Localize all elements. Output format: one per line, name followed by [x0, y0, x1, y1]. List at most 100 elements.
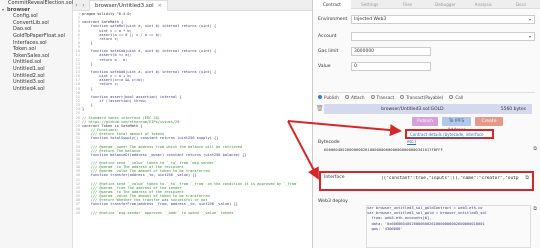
file-item[interactable]: Untitled1.sol — [0, 66, 72, 73]
bytecode-label: Bytecode — [318, 140, 340, 145]
editor-tabbar: ‹ › browser/Untitled3.sol × — [73, 0, 312, 11]
copy-icon[interactable]: ⧉ — [533, 206, 537, 212]
radio-dot[interactable] — [318, 95, 322, 99]
file-item[interactable]: Config.sol — [0, 13, 72, 20]
file-item[interactable]: Interfaces.sol — [0, 40, 72, 47]
web3-deploy-code: var browser_untitled3_sol_goldContract =… — [366, 205, 531, 248]
value-row: Value 0 — [318, 61, 535, 72]
tab-debugger[interactable]: Debugger — [426, 2, 464, 7]
file-label: TokenSales.sol — [13, 52, 50, 59]
code-text: /// @notice `msg.sender` approves `_addr… — [82, 210, 234, 215]
tab-docs[interactable]: Docs — [502, 2, 540, 7]
environment-row: Environment Injected Web3 ▾ — [318, 14, 535, 25]
code-text: function balanceOf(address _owner) const… — [82, 152, 247, 157]
tab-scroll-left-icon[interactable]: ‹ — [73, 2, 80, 9]
value-amount: 0 — [354, 64, 357, 69]
web3-deploy-label: Web3 deploy — [318, 199, 348, 204]
contract-instance-bar[interactable]: browser/Untitled3.sol:GOLD 5560 bytes — [324, 104, 532, 114]
radio-dot[interactable] — [449, 95, 454, 99]
run-panel: Contract Settings Files Debugger Analysis Doc… — [313, 0, 540, 248]
file-label: Dao.sol — [13, 26, 32, 33]
radio-dot[interactable] — [400, 95, 405, 99]
radio-label: Transact — [376, 94, 395, 100]
editor-tab-label: browser/Untitled3.sol — [95, 2, 154, 9]
trash-icon[interactable]: 🗑 — [316, 104, 324, 114]
contract-size: 5560 bytes — [500, 106, 526, 112]
publish-button[interactable]: Publish — [412, 117, 438, 126]
value-label: Value — [318, 64, 331, 69]
file-item[interactable]: ConvertLib.sol — [0, 20, 72, 27]
radio-option[interactable]: Attach — [344, 94, 365, 100]
create-button[interactable]: Create — [475, 117, 503, 126]
radio-label: Attach — [350, 94, 365, 100]
copy-icon[interactable]: ⧉ — [525, 175, 529, 181]
environment-select[interactable]: Injected Web3 ▾ — [351, 15, 535, 24]
radio-label: Publish — [324, 94, 339, 100]
gas-limit-value: 3000000 — [354, 49, 375, 54]
file-label: Interfaces.sol — [13, 39, 47, 46]
file-label: Untitled2.sol — [13, 72, 45, 79]
radio-option[interactable]: Call — [449, 95, 463, 100]
file-item[interactable]: Untitled2.sol — [0, 73, 72, 80]
file-item[interactable]: Token.sol — [0, 46, 72, 53]
code-text: function transferFrom(address _from, add… — [82, 202, 238, 207]
file-item[interactable]: GoldToPaperFloat.sol — [0, 33, 72, 40]
gas-limit-row: Gas limit 3000000 — [318, 46, 535, 57]
file-item[interactable]: TokenSales.sol — [0, 53, 72, 60]
contract-details-highlight: Contract details (bytecode, interface et… — [405, 129, 494, 144]
file-item[interactable]: Untitled.sol — [0, 59, 72, 66]
radio-option[interactable]: Transact — [370, 94, 395, 100]
tab-analysis[interactable]: Analysis — [464, 2, 502, 7]
tab-settings[interactable]: Settings — [351, 2, 389, 7]
radio-dot[interactable] — [370, 95, 375, 99]
radio-label: Transact(Payable) — [406, 94, 444, 100]
gas-limit-input[interactable]: 3000000 — [351, 47, 431, 56]
chevron-down-icon: ▾ — [528, 17, 531, 22]
ipfs-button[interactable]: To IPFS Address — [442, 117, 471, 133]
account-row: Account ▾ — [318, 31, 535, 42]
interface-highlight: Interface [{"constant":true,"inputs":[],… — [319, 171, 534, 191]
code-text: function transfer(address _to, uint256 _… — [82, 173, 197, 178]
file-explorer: CommitRevealElection.sol ▾ browser Config.s… — [0, 0, 73, 248]
code-area[interactable]: 1 pragma solidity ^0.4.0; 2 3 contract SafeM… — [73, 12, 312, 248]
file-label: GoldToPaperFloat.sol — [13, 32, 65, 39]
interface-value: [{"constant":true,"inputs":[],"name":"cr… — [381, 176, 519, 181]
code-text: } — [82, 61, 93, 66]
environment-value: Injected Web3 — [354, 17, 387, 22]
radio-option[interactable]: Transact(Payable) — [400, 95, 443, 100]
contract-details-link[interactable]: Contract details (bytecode, interface et… — [407, 132, 484, 144]
file-item[interactable]: Untitled3.sol — [0, 79, 72, 86]
tab-files[interactable]: Files — [389, 2, 427, 7]
line-number: 49 — [75, 210, 80, 215]
file-label: Untitled1.sol — [13, 65, 45, 72]
tab-contract[interactable]: Contract — [313, 0, 351, 9]
code-text: } — [82, 86, 93, 91]
panel-tabs: Contract Settings Files Debugger Analysis Doc… — [313, 0, 540, 9]
value-input[interactable]: 0 — [351, 62, 431, 71]
file-label: Untitled3.sol — [13, 79, 45, 86]
account-label: Account — [318, 34, 337, 39]
browser-folder[interactable]: ▾ browser — [0, 7, 72, 14]
tab-scroll-right-icon[interactable]: › — [80, 2, 87, 9]
radio-option[interactable]: Publish — [318, 95, 339, 100]
file-label: Config.sol — [13, 13, 38, 20]
file-item[interactable]: Untitled4.sol — [0, 86, 72, 93]
code-text: function totalSupply() constant returns … — [82, 136, 219, 141]
browser-folder-label: browser — [7, 6, 30, 13]
copy-icon[interactable]: ⧉ — [533, 146, 537, 152]
editor-tab[interactable]: browser/Untitled3.sol × — [89, 0, 168, 11]
file-label: ConvertLib.sol — [13, 19, 49, 26]
code-line: 49 /// @notice `msg.sender` approves `_a… — [73, 211, 312, 215]
radio-label: Call — [455, 94, 464, 100]
close-icon[interactable]: × — [158, 3, 162, 9]
file-label: Untitled.sol — [13, 59, 42, 66]
radio-dot[interactable] — [344, 95, 349, 99]
file-item[interactable]: Dao.sol — [0, 26, 72, 33]
file-label: CommitRevealElection.sol — [8, 0, 74, 6]
gas-limit-label: Gas limit — [318, 49, 339, 54]
code-text: pragma solidity ^0.4.0; — [82, 12, 132, 16]
file-item[interactable]: CommitRevealElection.sol — [0, 0, 74, 7]
account-select[interactable]: ▾ — [351, 32, 535, 41]
file-label: Untitled4.sol — [13, 85, 45, 92]
bytecode-value: 6060604052600060026100000006000600000000… — [324, 147, 443, 152]
